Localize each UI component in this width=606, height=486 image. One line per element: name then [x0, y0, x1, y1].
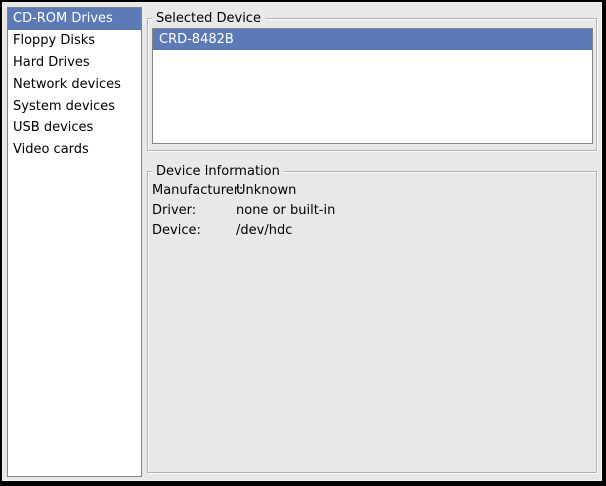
sidebar-item-cdrom-drives[interactable]: CD-ROM Drives — [8, 8, 141, 30]
sidebar-item-video-cards[interactable]: Video cards — [8, 139, 141, 161]
device-information-rows: Manufacturer: Unknown Driver: none or bu… — [152, 180, 592, 240]
device-information-group-title: Device Information — [152, 163, 284, 180]
driver-value: none or built-in — [236, 203, 592, 218]
device-information-group: Device Information Manufacturer: Unknown… — [147, 171, 597, 473]
sidebar-item-hard-drives[interactable]: Hard Drives — [8, 52, 141, 74]
info-row-driver: Driver: none or built-in — [152, 200, 592, 220]
sidebar-item-usb-devices[interactable]: USB devices — [8, 117, 141, 139]
sidebar-item-network-devices[interactable]: Network devices — [8, 73, 141, 95]
manufacturer-value: Unknown — [236, 183, 592, 198]
device-category-list: CD-ROM Drives Floppy Disks Hard Drives N… — [7, 7, 142, 477]
info-row-device: Device: /dev/hdc — [152, 220, 592, 240]
sidebar-item-system-devices[interactable]: System devices — [8, 95, 141, 117]
selected-device-group-title: Selected Device — [152, 10, 265, 27]
selected-device-list: CRD-8482B — [152, 28, 593, 144]
driver-label: Driver: — [152, 203, 236, 218]
device-label: Device: — [152, 223, 236, 238]
sidebar-item-floppy-disks[interactable]: Floppy Disks — [8, 30, 141, 52]
device-value: /dev/hdc — [236, 223, 592, 238]
device-row-crd-8482b[interactable]: CRD-8482B — [153, 29, 592, 50]
hardware-browser-window: CD-ROM Drives Floppy Disks Hard Drives N… — [0, 0, 606, 486]
manufacturer-label: Manufacturer: — [152, 183, 236, 198]
info-row-manufacturer: Manufacturer: Unknown — [152, 180, 592, 200]
selected-device-group: Selected Device CRD-8482B — [147, 18, 597, 151]
